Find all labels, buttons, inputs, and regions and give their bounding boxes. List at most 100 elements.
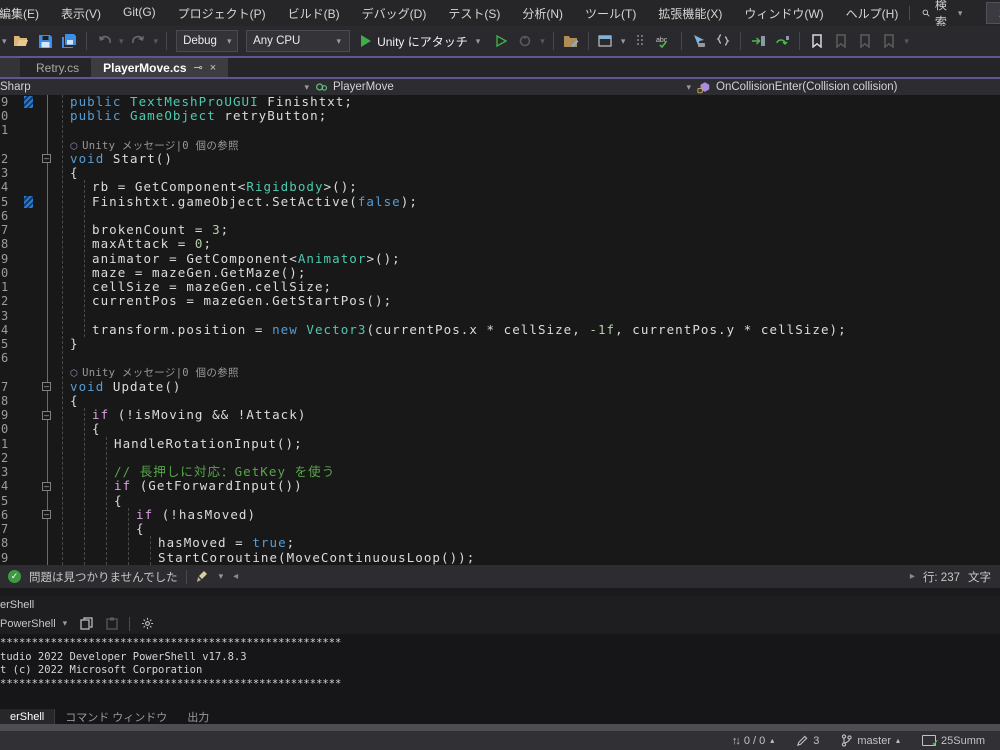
start-without-debugging-button[interactable] xyxy=(490,30,512,52)
code-line[interactable]: 2–void Start() xyxy=(0,152,1000,166)
fold-toggle[interactable]: – xyxy=(42,482,51,491)
member-dropdown[interactable]: OnCollisionEnter(Collision collision) xyxy=(697,79,1000,95)
platform-dropdown[interactable]: Any CPU▾ xyxy=(246,30,350,52)
code-line[interactable]: 9public TextMeshProUGUI Finishtxt; xyxy=(0,95,1000,109)
code-line[interactable]: 7–void Update() xyxy=(0,380,1000,394)
code-line[interactable]: 5} xyxy=(0,337,1000,351)
panel-tab[interactable]: 出力 xyxy=(177,709,219,724)
code-line[interactable]: ⬡Unity メッセージ|0 個の参照 xyxy=(0,138,1000,152)
step-over-button[interactable] xyxy=(771,30,793,52)
window-layout-button[interactable] xyxy=(595,30,617,52)
code-line[interactable]: 8{ xyxy=(0,394,1000,408)
code-line[interactable]: 0public GameObject retryButton; xyxy=(0,109,1000,123)
code-line[interactable]: 9–if (!isMoving && !Attack) xyxy=(0,408,1000,422)
code-line[interactable]: 2currentPos = mazeGen.GetStartPos(); xyxy=(0,294,1000,308)
clear-bookmarks-button[interactable] xyxy=(878,30,900,52)
menu-item[interactable]: Git(G) xyxy=(112,0,167,27)
fold-toggle[interactable]: – xyxy=(42,154,51,163)
new-item-dropdown[interactable]: ▾ xyxy=(0,36,8,47)
code-line[interactable]: 2 xyxy=(0,451,1000,465)
code-cleanup-icon[interactable] xyxy=(195,570,209,583)
code-line[interactable]: 9StartCoroutine(MoveContinuousLoop()); xyxy=(0,551,1000,565)
document-tab[interactable]: PlayerMove.cs⊸× xyxy=(91,58,228,77)
code-line[interactable]: 8maxAttack = 0; xyxy=(0,237,1000,251)
menu-item[interactable]: テスト(S) xyxy=(437,0,511,27)
code-line[interactable]: 5Finishtxt.gameObject.SetActive(false); xyxy=(0,195,1000,209)
navigate-pointer-button[interactable] xyxy=(688,30,710,52)
menu-item[interactable]: 編集(E) xyxy=(0,0,50,27)
close-icon[interactable]: × xyxy=(210,62,216,74)
panel-tab[interactable]: erShell xyxy=(0,709,55,724)
code-line[interactable]: 6 xyxy=(0,351,1000,365)
project-dropdown[interactable]: Sharp ▾ xyxy=(0,79,315,95)
hscroll-right-arrow[interactable]: ▸ xyxy=(910,571,915,582)
sync-status[interactable]: ↑↓ 0 / 0 ▴ xyxy=(732,735,774,747)
configuration-dropdown[interactable]: Debug▾ xyxy=(176,30,238,52)
document-tab[interactable]: Retry.cs xyxy=(24,58,91,77)
code-cleanup-dropdown[interactable]: ▾ xyxy=(217,571,226,582)
redo-button[interactable] xyxy=(128,30,150,52)
menu-item[interactable]: ツール(T) xyxy=(574,0,647,27)
prev-bookmark-button[interactable] xyxy=(830,30,852,52)
code-editor[interactable]: 9public TextMeshProUGUI Finishtxt;0publi… xyxy=(0,95,1000,565)
panel-tab[interactable]: コマンド ウィンドウ xyxy=(55,709,177,724)
spell-check-button[interactable]: abc xyxy=(653,30,675,52)
save-all-button[interactable] xyxy=(58,30,80,52)
code-line[interactable]: 4–if (GetForwardInput()) xyxy=(0,479,1000,493)
terminal-output[interactable]: ****************************************… xyxy=(0,634,1000,709)
code-line[interactable]: 0maze = mazeGen.GetMaze(); xyxy=(0,266,1000,280)
find-in-files-button[interactable] xyxy=(560,30,582,52)
code-line[interactable]: 0{ xyxy=(0,422,1000,436)
next-bookmark-button[interactable] xyxy=(854,30,876,52)
redo-dropdown[interactable]: ▾ xyxy=(152,36,161,47)
undo-button[interactable] xyxy=(93,30,115,52)
code-line[interactable]: 3{ xyxy=(0,166,1000,180)
menu-item[interactable]: ヘルプ(H) xyxy=(835,0,910,27)
menu-item[interactable]: 分析(N) xyxy=(511,0,574,27)
repo-selector[interactable]: ✓ 25Summ xyxy=(922,735,1000,747)
panel-splitter[interactable] xyxy=(0,588,1000,596)
open-file-button[interactable] xyxy=(10,30,32,52)
menu-item[interactable]: 拡張機能(X) xyxy=(647,0,733,27)
hot-reload-dropdown[interactable]: ▾ xyxy=(538,36,547,47)
fold-toggle[interactable]: – xyxy=(42,382,51,391)
menu-item[interactable]: ウィンドウ(W) xyxy=(733,0,834,27)
code-line[interactable]: 4rb = GetComponent<Rigidbody>(); xyxy=(0,180,1000,194)
branch-selector[interactable]: master ▴ xyxy=(841,734,900,747)
pending-edits[interactable]: 3 xyxy=(796,735,819,747)
terminal-settings-button[interactable] xyxy=(138,616,156,632)
menu-item[interactable]: プロジェクト(P) xyxy=(167,0,277,27)
bookmark-dropdown[interactable]: ▾ xyxy=(902,36,911,47)
pin-icon[interactable]: ⊸ xyxy=(194,61,203,74)
code-line[interactable]: 1 xyxy=(0,123,1000,137)
solution-badge[interactable]: 25Summer_Unity xyxy=(986,2,1000,24)
save-button[interactable] xyxy=(34,30,56,52)
fold-toggle[interactable]: – xyxy=(42,510,51,519)
copy-button[interactable] xyxy=(77,616,95,632)
undo-dropdown[interactable]: ▾ xyxy=(117,36,126,47)
menu-item[interactable]: デバッグ(D) xyxy=(351,0,438,27)
code-line[interactable]: 6–if (!hasMoved) xyxy=(0,508,1000,522)
fold-toggle[interactable]: – xyxy=(42,411,51,420)
code-line[interactable]: 5{ xyxy=(0,494,1000,508)
code-line[interactable]: 1HandleRotationInput(); xyxy=(0,437,1000,451)
hscroll-left-arrow[interactable]: ◂ xyxy=(233,571,238,582)
attach-to-unity-button[interactable]: Unity にアタッチ ▾ xyxy=(355,33,488,50)
paste-button[interactable] xyxy=(103,616,121,632)
shell-selector[interactable]: PowerShell ▾ xyxy=(0,618,69,630)
window-layout-dropdown[interactable]: ▾ xyxy=(619,36,628,47)
menu-item[interactable]: ビルド(B) xyxy=(277,0,351,27)
type-dropdown[interactable]: PlayerMove ▾ xyxy=(315,79,697,95)
code-line[interactable]: 6 xyxy=(0,209,1000,223)
code-line[interactable]: 7{ xyxy=(0,522,1000,536)
menu-item[interactable]: 表示(V) xyxy=(50,0,112,27)
code-line[interactable]: 9animator = GetComponent<Animator>(); xyxy=(0,252,1000,266)
code-line[interactable]: 7brokenCount = 3; xyxy=(0,223,1000,237)
code-line[interactable]: 3// 長押しに対応：GetKey を使う xyxy=(0,465,1000,479)
code-line[interactable]: 3 xyxy=(0,309,1000,323)
code-line[interactable]: 8hasMoved = true; xyxy=(0,536,1000,550)
code-line[interactable]: 4transform.position = new Vector3(curren… xyxy=(0,323,1000,337)
step-into-button[interactable] xyxy=(747,30,769,52)
whitespace-toggle-button[interactable] xyxy=(629,30,651,52)
code-line[interactable]: ⬡Unity メッセージ|0 個の参照 xyxy=(0,365,1000,379)
